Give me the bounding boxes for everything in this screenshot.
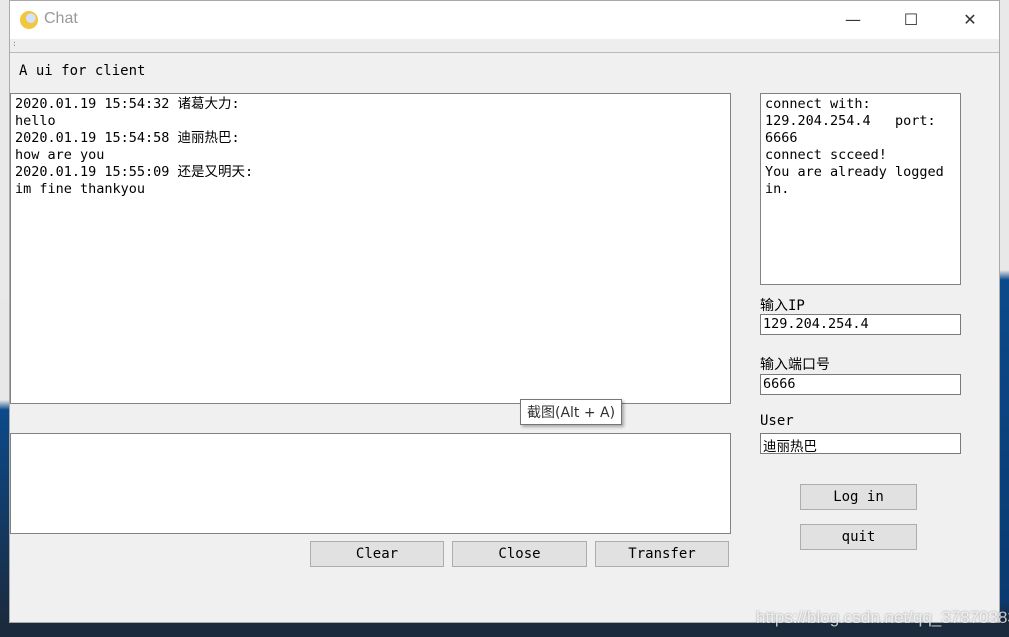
- clear-button[interactable]: Clear: [310, 541, 444, 567]
- rocket-icon: [20, 11, 38, 29]
- login-button[interactable]: Log in: [800, 484, 917, 510]
- port-label: 输入端口号: [760, 357, 830, 373]
- port-input[interactable]: 6666: [760, 374, 961, 395]
- transfer-button[interactable]: Transfer: [595, 541, 729, 567]
- close-window-button[interactable]: ✕: [947, 1, 993, 39]
- page-heading: A ui for client: [19, 63, 146, 79]
- screenshot-tooltip: 截图(Alt + A): [520, 399, 623, 425]
- desktop-background-right: [1000, 200, 1009, 637]
- ip-input[interactable]: 129.204.254.4: [760, 314, 961, 335]
- quit-button[interactable]: quit: [800, 524, 917, 550]
- menu-strip: :: [10, 39, 999, 53]
- grip-handle[interactable]: :: [12, 39, 17, 48]
- close-button[interactable]: Close: [452, 541, 587, 567]
- message-input[interactable]: [10, 433, 731, 534]
- title-bar[interactable]: Chat — ☐ ✕: [10, 1, 999, 39]
- chat-log[interactable]: 2020.01.19 15:54:32 诸葛大力: hello 2020.01.…: [10, 93, 731, 404]
- status-log[interactable]: connect with: 129.204.254.4 port: 6666 c…: [760, 93, 961, 285]
- window-title: Chat: [44, 10, 78, 27]
- chat-window: Chat — ☐ ✕ : A ui for client 2020.01.19 …: [9, 0, 1000, 623]
- desktop-background-left: [0, 300, 9, 637]
- user-input[interactable]: 迪丽热巴: [760, 433, 961, 455]
- user-label: User: [760, 413, 794, 429]
- watermark: https://blog.csdn.net/qq_37870383: [756, 608, 1009, 627]
- ip-label: 输入IP: [760, 298, 805, 314]
- maximize-button[interactable]: ☐: [888, 1, 934, 39]
- minimize-button[interactable]: —: [830, 1, 876, 39]
